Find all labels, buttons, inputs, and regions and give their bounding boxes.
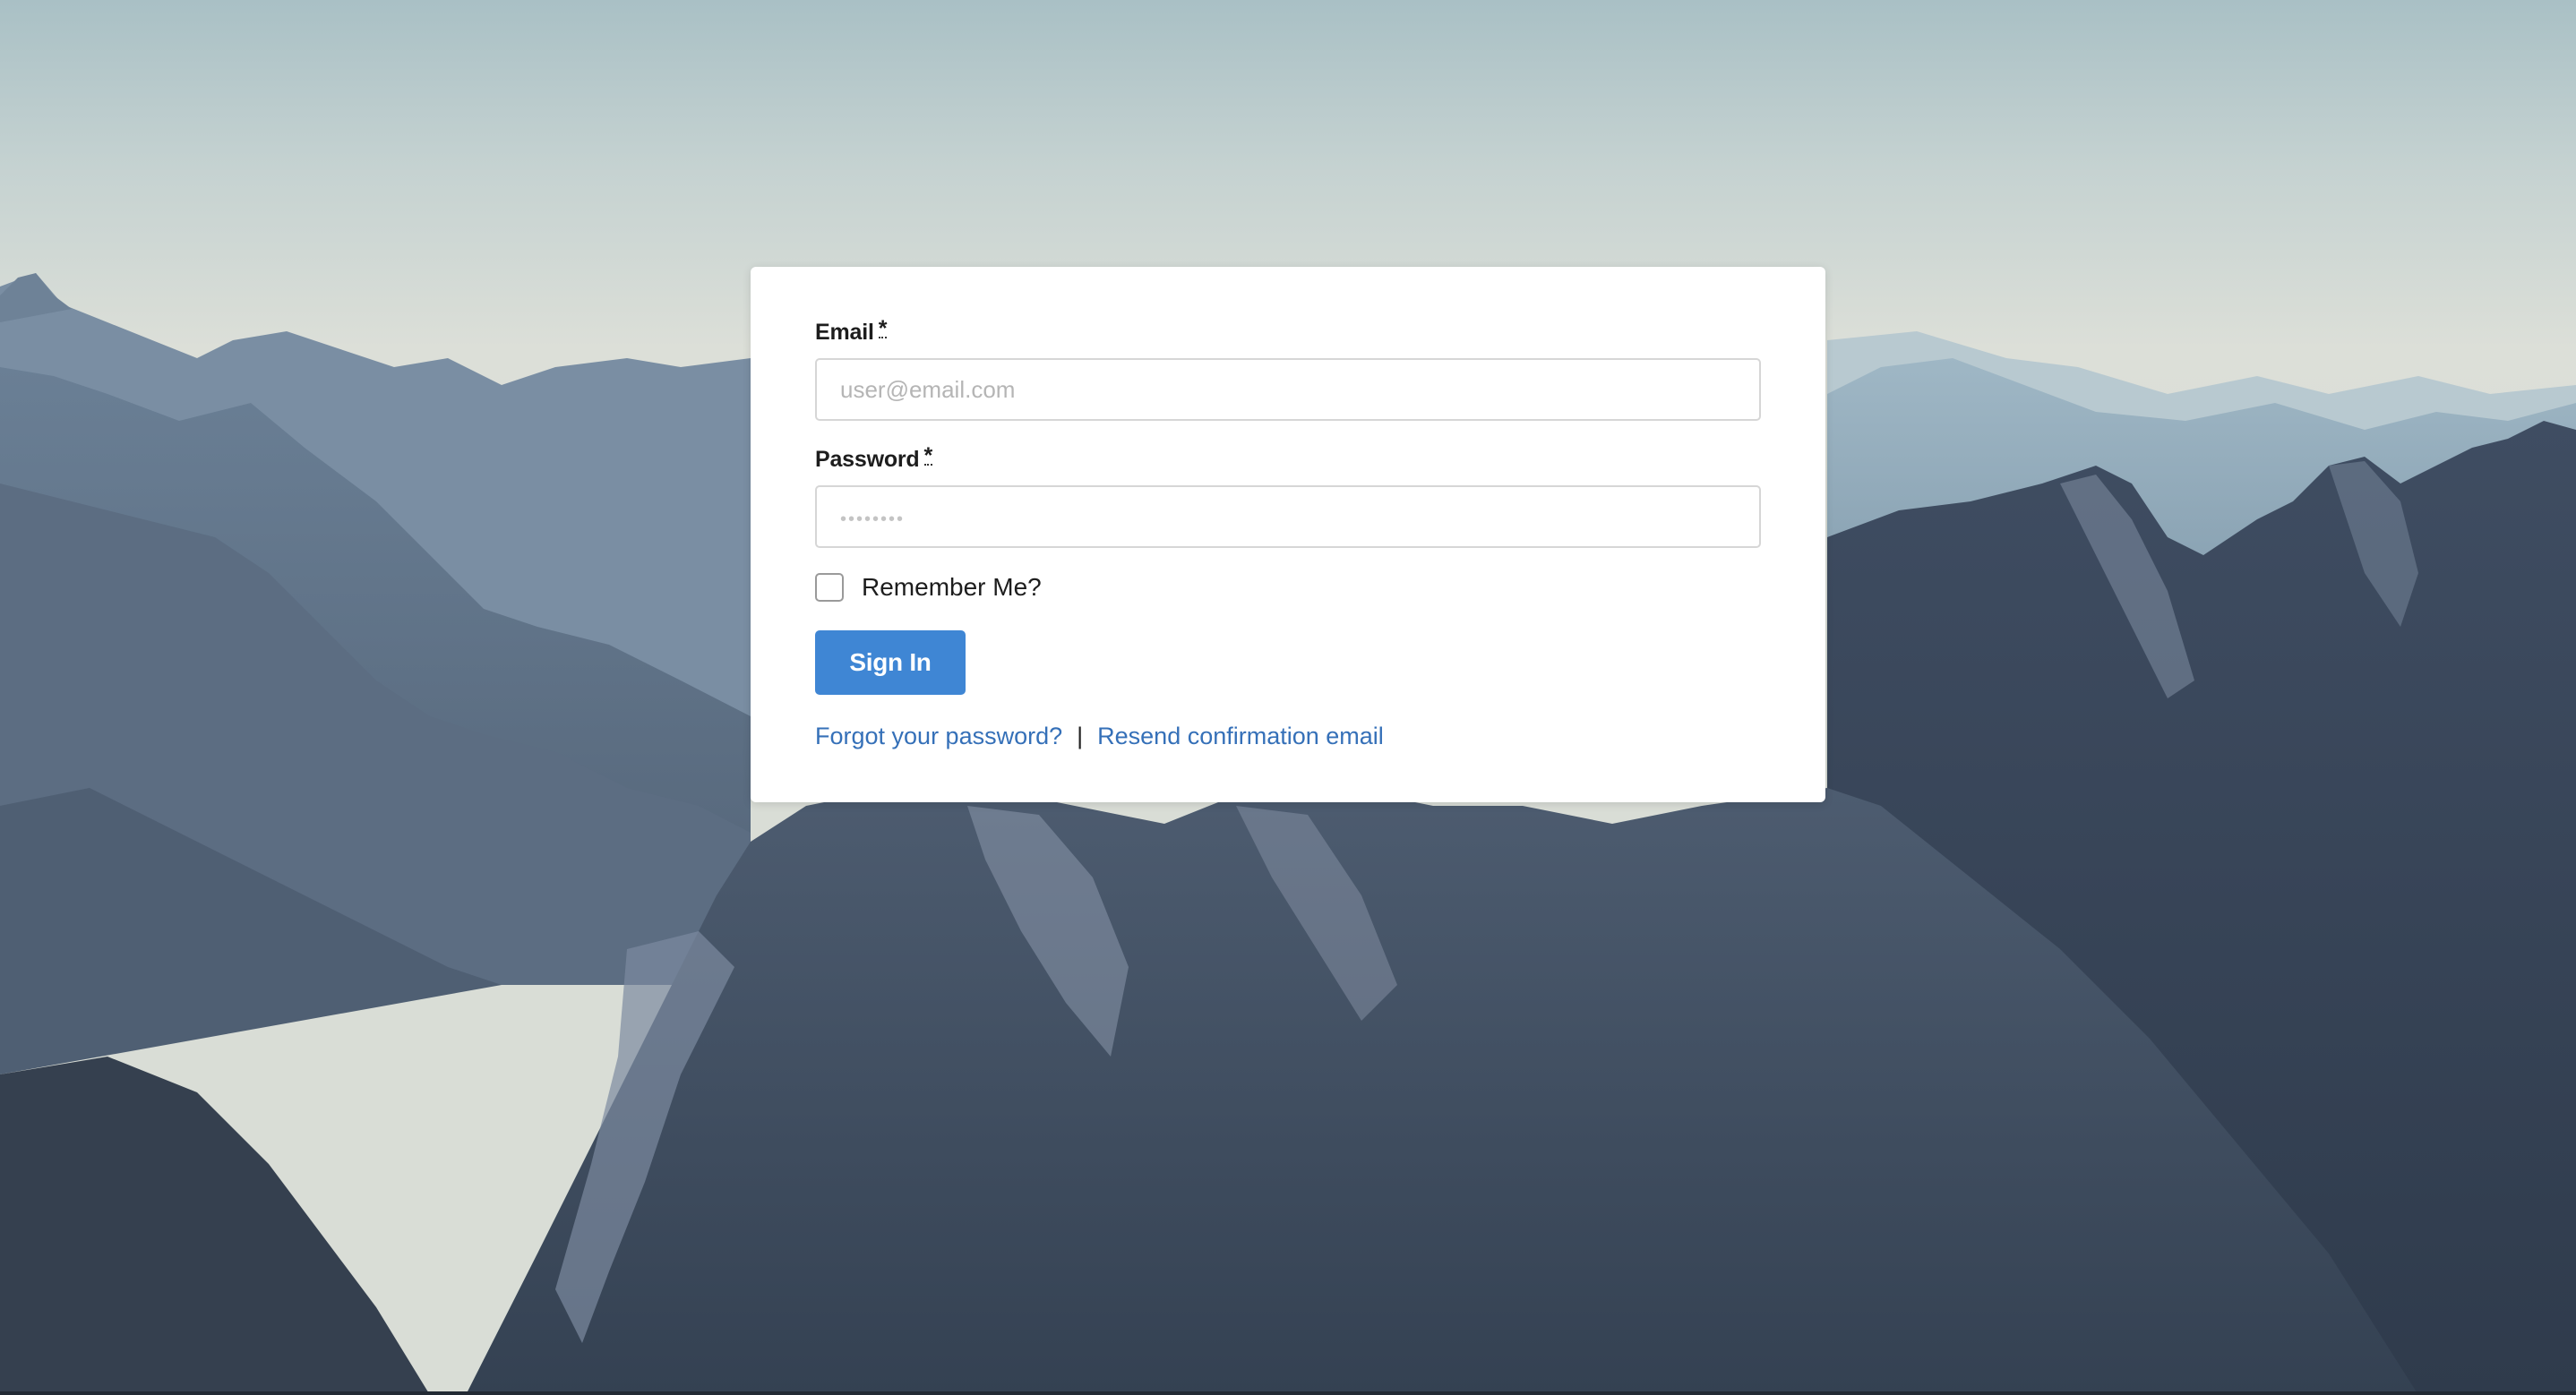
password-label: Password *	[815, 443, 933, 473]
sign-in-button[interactable]: Sign In	[815, 630, 966, 695]
remember-me-label[interactable]: Remember Me?	[862, 573, 1042, 602]
password-required-marker: *	[923, 443, 933, 468]
link-separator: |	[1077, 723, 1084, 749]
resend-confirmation-link[interactable]: Resend confirmation email	[1097, 722, 1384, 750]
remember-me-row: Remember Me?	[815, 571, 1761, 603]
email-field[interactable]	[815, 358, 1761, 421]
auth-links: Forgot your password? | Resend confirmat…	[815, 722, 1761, 750]
sign-in-card: Email* Password* Remember Me? Sign In Fo…	[751, 267, 1825, 802]
forgot-password-link[interactable]: Forgot your password?	[815, 722, 1062, 750]
email-required-marker: *	[878, 316, 888, 341]
email-label: Email *	[815, 316, 888, 346]
remember-me-checkbox[interactable]	[815, 573, 844, 602]
password-field[interactable]	[815, 485, 1761, 548]
